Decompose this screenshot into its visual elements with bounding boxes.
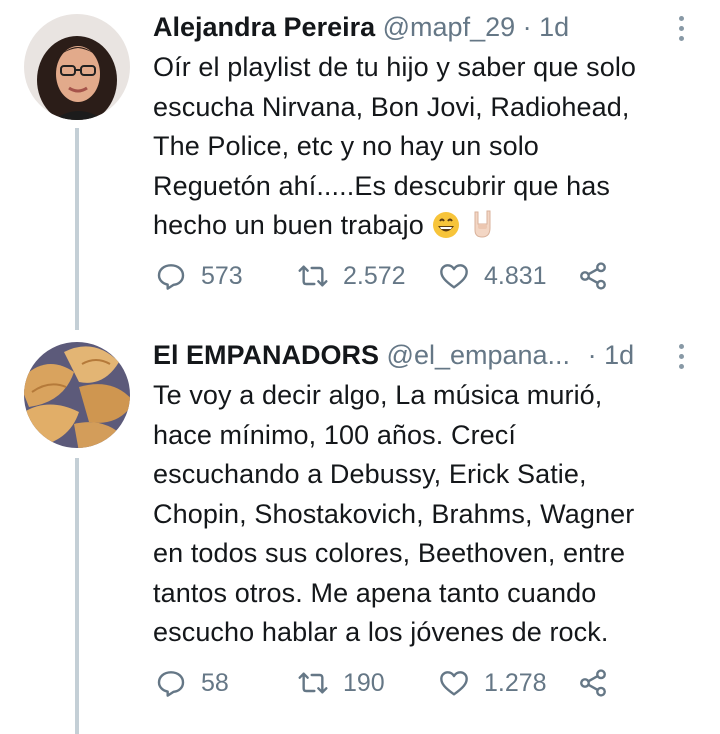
tweet-1[interactable]: Alejandra Pereira @mapf_29 · 1d Oír el p… <box>0 0 720 330</box>
share-button[interactable] <box>577 667 609 699</box>
tweet-text-line: hecho un buen trabajo <box>153 210 424 240</box>
tweet-text-line: Chopin, Shostakovich, Brahms, Wagner <box>153 498 635 529</box>
tweet-actions: 58 190 1.278 <box>155 667 615 707</box>
reply-button[interactable]: 58 <box>155 667 229 699</box>
reply-icon <box>157 264 185 290</box>
tweet-header: Alejandra Pereira @mapf_29 · 1d <box>153 11 693 43</box>
thread-line <box>75 128 79 330</box>
tweet-text-line: escuchando a Debussy, Erick Satie, <box>153 459 587 489</box>
retweet-count: 2.572 <box>343 261 406 290</box>
tweet-text-line: tantos otros. Me apena tanto cuando <box>153 577 597 608</box>
reply-icon <box>157 671 185 697</box>
like-button[interactable]: 1.278 <box>438 667 547 699</box>
tweet-text-line: hace mínimo, 100 años. Crecí <box>153 419 516 450</box>
more-icon[interactable] <box>679 16 685 41</box>
avatar[interactable] <box>24 14 130 120</box>
like-button[interactable]: 4.831 <box>438 260 547 292</box>
more-icon[interactable] <box>679 344 685 369</box>
display-name[interactable]: El EMPANADORS <box>153 340 379 370</box>
tweet-text-line: escucho hablar a los jóvenes de rock. <box>153 617 609 647</box>
tweet-header: El EMPANADORS @el_empana... · 1d <box>153 339 693 371</box>
tweet-text-line: Reguetón ahí.....Es descubrir que has <box>153 170 610 201</box>
like-icon <box>440 671 468 696</box>
tweet-text-line: Te voy a decir algo, La música murió, <box>153 380 603 410</box>
tweet-text-line-with-emoji: hecho un buen trabajo <box>153 206 693 252</box>
like-icon <box>440 264 468 289</box>
tweet-text-line: Oír el playlist de tu hijo y saber que s… <box>153 52 637 82</box>
retweet-count: 190 <box>343 668 385 697</box>
avatar[interactable] <box>24 342 130 448</box>
user-handle[interactable]: @el_empana... <box>387 340 571 370</box>
share-icon <box>580 262 606 290</box>
share-icon <box>580 669 606 697</box>
display-name[interactable]: Alejandra Pereira <box>153 12 375 42</box>
timestamp[interactable]: 1d <box>604 340 634 370</box>
tweet-text-line: The Police, etc y no hay un solo <box>153 131 539 161</box>
reply-count: 573 <box>201 261 243 290</box>
like-count: 4.831 <box>484 261 547 290</box>
tweet-text-line: escucha Nirvana, Bon Jovi, Radiohead, <box>153 91 630 122</box>
rock-on-hand-emoji <box>469 208 497 252</box>
retweet-button[interactable]: 190 <box>297 667 385 699</box>
share-button[interactable] <box>577 260 609 292</box>
tweet-text: Oír el playlist de tu hijo y saber que s… <box>153 48 693 252</box>
tweet-text-line: en todos sus colores, Beethoven, entre <box>153 538 626 568</box>
thread-line <box>75 458 79 734</box>
like-count: 1.278 <box>484 668 547 697</box>
retweet-button[interactable]: 2.572 <box>297 260 406 292</box>
reply-button[interactable]: 573 <box>155 260 243 292</box>
timestamp[interactable]: 1d <box>539 12 569 42</box>
separator: · <box>587 340 597 370</box>
tweet-2[interactable]: El EMPANADORS @el_empana... · 1d Te voy … <box>0 330 720 734</box>
tweet-actions: 573 2.572 4.831 <box>155 260 615 300</box>
separator: · <box>522 12 532 42</box>
retweet-icon <box>298 672 328 694</box>
retweet-icon <box>298 265 328 287</box>
reply-count: 58 <box>201 668 229 697</box>
tweet-text: Te voy a decir algo, La música murió, ha… <box>153 376 693 653</box>
grinning-face-emoji <box>431 210 461 252</box>
user-handle[interactable]: @mapf_29 <box>383 12 515 42</box>
